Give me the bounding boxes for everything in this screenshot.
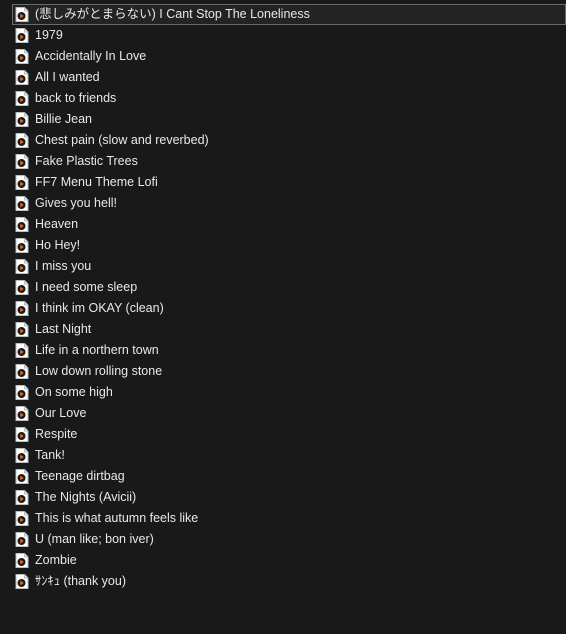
audio-file-icon [15, 238, 29, 253]
file-name: U (man like; bon iver) [35, 532, 154, 546]
audio-file-icon [15, 364, 29, 379]
file-name: Our Love [35, 406, 87, 420]
audio-file-icon [15, 280, 29, 295]
file-item[interactable]: Chest pain (slow and reverbed) [12, 130, 566, 151]
file-name: 1979 [35, 28, 63, 42]
file-name: I think im OKAY (clean) [35, 301, 164, 315]
file-list: (悲しみがとまらない) I Cant Stop The Loneliness 1… [12, 4, 566, 592]
file-name: I need some sleep [35, 280, 138, 294]
file-name: Gives you hell! [35, 196, 117, 210]
file-list-panel: (悲しみがとまらない) I Cant Stop The Loneliness 1… [0, 0, 566, 634]
file-item[interactable]: (悲しみがとまらない) I Cant Stop The Loneliness [12, 4, 566, 25]
file-item[interactable]: I think im OKAY (clean) [12, 298, 566, 319]
file-item[interactable]: Low down rolling stone [12, 361, 566, 382]
file-item[interactable]: Our Love [12, 403, 566, 424]
audio-file-icon [15, 490, 29, 505]
audio-file-icon [15, 259, 29, 274]
file-name: ｻﾝｷｭ (thank you) [35, 574, 127, 588]
file-name: Ho Hey! [35, 238, 81, 252]
file-item[interactable]: I need some sleep [12, 277, 566, 298]
file-name: FF7 Menu Theme Lofi [35, 175, 158, 189]
audio-file-icon [15, 553, 29, 568]
audio-file-icon [15, 574, 29, 589]
audio-file-icon [15, 217, 29, 232]
audio-file-icon [15, 406, 29, 421]
audio-file-icon [15, 175, 29, 190]
file-item[interactable]: Tank! [12, 445, 566, 466]
file-name: Teenage dirtbag [35, 469, 125, 483]
audio-file-icon [15, 154, 29, 169]
audio-file-icon [15, 448, 29, 463]
audio-file-icon [15, 7, 29, 22]
audio-file-icon [15, 385, 29, 400]
file-item[interactable]: Last Night [12, 319, 566, 340]
file-name: Tank! [35, 448, 65, 462]
file-name: Heaven [35, 217, 79, 231]
file-name: Chest pain (slow and reverbed) [35, 133, 209, 147]
audio-file-icon [15, 49, 29, 64]
file-name: I miss you [35, 259, 92, 273]
file-item[interactable]: 1979 [12, 25, 566, 46]
audio-file-icon [15, 301, 29, 316]
file-item[interactable]: FF7 Menu Theme Lofi [12, 172, 566, 193]
file-name: Life in a northern town [35, 343, 159, 357]
file-item[interactable]: Billie Jean [12, 109, 566, 130]
audio-file-icon [15, 427, 29, 442]
audio-file-icon [15, 469, 29, 484]
file-item[interactable]: Gives you hell! [12, 193, 566, 214]
file-item[interactable]: I miss you [12, 256, 566, 277]
file-item[interactable]: Ho Hey! [12, 235, 566, 256]
audio-file-icon [15, 511, 29, 526]
file-item[interactable]: The Nights (Avicii) [12, 487, 566, 508]
audio-file-icon [15, 28, 29, 43]
file-name: Zombie [35, 553, 77, 567]
audio-file-icon [15, 343, 29, 358]
file-item[interactable]: ｻﾝｷｭ (thank you) [12, 571, 566, 592]
audio-file-icon [15, 322, 29, 337]
file-item[interactable]: This is what autumn feels like [12, 508, 566, 529]
file-item[interactable]: Heaven [12, 214, 566, 235]
file-name: (悲しみがとまらない) I Cant Stop The Loneliness [35, 7, 310, 21]
file-name: back to friends [35, 91, 117, 105]
file-name: All I wanted [35, 70, 100, 84]
file-name: Low down rolling stone [35, 364, 163, 378]
file-item[interactable]: Respite [12, 424, 566, 445]
file-item[interactable]: Zombie [12, 550, 566, 571]
file-item[interactable]: U (man like; bon iver) [12, 529, 566, 550]
audio-file-icon [15, 133, 29, 148]
audio-file-icon [15, 532, 29, 547]
file-name: Accidentally In Love [35, 49, 147, 63]
audio-file-icon [15, 112, 29, 127]
audio-file-icon [15, 70, 29, 85]
file-item[interactable]: Life in a northern town [12, 340, 566, 361]
audio-file-icon [15, 91, 29, 106]
file-item[interactable]: Teenage dirtbag [12, 466, 566, 487]
file-item[interactable]: back to friends [12, 88, 566, 109]
file-name: Fake Plastic Trees [35, 154, 138, 168]
audio-file-icon [15, 196, 29, 211]
file-item[interactable]: Fake Plastic Trees [12, 151, 566, 172]
file-item[interactable]: All I wanted [12, 67, 566, 88]
file-name: Last Night [35, 322, 92, 336]
file-name: On some high [35, 385, 113, 399]
file-name: Billie Jean [35, 112, 92, 126]
file-name: This is what autumn feels like [35, 511, 199, 525]
file-item[interactable]: On some high [12, 382, 566, 403]
file-name: Respite [35, 427, 78, 441]
file-item[interactable]: Accidentally In Love [12, 46, 566, 67]
file-name: The Nights (Avicii) [35, 490, 137, 504]
